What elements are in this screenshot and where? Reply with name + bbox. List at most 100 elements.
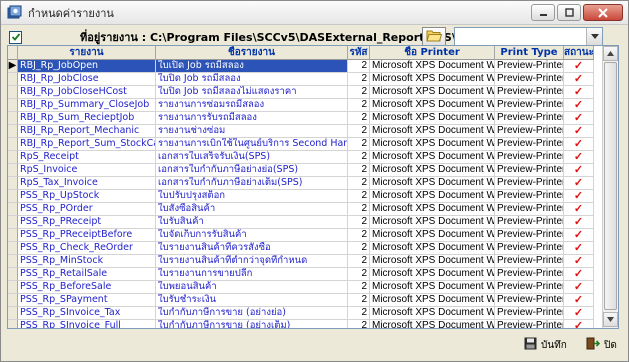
cell-printer[interactable]: Microsoft XPS Document Writer [370, 177, 495, 190]
status-check-icon[interactable]: ✓ [564, 281, 594, 294]
cell-print-type[interactable]: Preview-Printer [495, 229, 564, 242]
cell-report-code[interactable]: PSS_Rp_PReceiptBefore [18, 229, 156, 242]
cell-copies[interactable]: 2 [348, 60, 370, 73]
cell-printer[interactable]: Microsoft XPS Document Writer [370, 112, 495, 125]
cell-report-name[interactable]: เอกสารใบกำกับภาษีอย่างเต็ม(SPS) [156, 177, 348, 190]
cell-copies[interactable]: 2 [348, 86, 370, 99]
table-row[interactable]: RBJ_Rp_Sum_RecieptJob รายงานการรับรถมีสลอ… [8, 112, 604, 125]
cell-print-type[interactable]: Preview-Printer [495, 164, 564, 177]
table-row[interactable]: PSS_Rp_POrder ใบสั่งซื้อสินค้า 2 Microsoft … [8, 203, 604, 216]
status-check-icon[interactable]: ✓ [564, 73, 594, 86]
cell-report-name[interactable]: ใบปิด Job รถมีสลองไม่แสดงราคา [156, 86, 348, 99]
table-row[interactable]: ▶ RBJ_Rp_JobOpen ใบเปิด Job รถมีสลอง 2 Micro… [8, 60, 604, 73]
cell-printer[interactable]: Microsoft XPS Document Writer [370, 73, 495, 86]
cell-print-type[interactable]: Preview-Printer [495, 73, 564, 86]
cell-report-name[interactable]: ใบรายงานสินค้าที่ต่ำกว่าจุดที่กำหนด [156, 255, 348, 268]
report-group-select[interactable] [454, 27, 603, 46]
column-header-status[interactable]: สถานะ [564, 46, 594, 60]
cell-print-type[interactable]: Preview-Printer [495, 190, 564, 203]
status-check-icon[interactable]: ✓ [564, 112, 594, 125]
status-check-icon[interactable]: ✓ [564, 255, 594, 268]
cell-report-name[interactable]: รายงานช่างซ่อม [156, 125, 348, 138]
cell-printer[interactable]: Microsoft XPS Document Writer [370, 281, 495, 294]
cell-report-name[interactable]: ใบกำกับภาษีการขาย (อย่างเต็ม) [156, 320, 348, 328]
cell-copies[interactable]: 2 [348, 294, 370, 307]
cell-printer[interactable]: Microsoft XPS Document Writer [370, 125, 495, 138]
cell-report-code[interactable]: PSS_Rp_UpStock [18, 190, 156, 203]
cell-copies[interactable]: 2 [348, 125, 370, 138]
cell-report-name[interactable]: ใบรับชำระเงิน [156, 294, 348, 307]
cell-report-code[interactable]: RpS_Tax_Invoice [18, 177, 156, 190]
cell-print-type[interactable]: Preview-Printer [495, 125, 564, 138]
cell-print-type[interactable]: Preview-Printer [495, 60, 564, 73]
status-check-icon[interactable]: ✓ [564, 190, 594, 203]
cell-copies[interactable]: 2 [348, 73, 370, 86]
cell-copies[interactable]: 2 [348, 177, 370, 190]
status-check-icon[interactable]: ✓ [564, 268, 594, 281]
cell-report-name[interactable]: รายงานการซ่อมรถมีสลอง [156, 99, 348, 112]
cell-report-name[interactable]: รายงานการเบิกใช้ในศูนย์บริการ Second Han… [156, 138, 348, 151]
status-check-icon[interactable]: ✓ [564, 242, 594, 255]
table-row[interactable]: RBJ_Rp_Report_Sum_StockCard รายงานการเบิก… [8, 138, 604, 151]
table-row[interactable]: PSS_Rp_SInvoice_Full ใบกำกับภาษีการขาย (อ… [8, 320, 604, 328]
cell-report-code[interactable]: PSS_Rp_BeforeSale [18, 281, 156, 294]
cell-report-code[interactable]: RBJ_Rp_Report_Sum_StockCard [18, 138, 156, 151]
table-row[interactable]: RpS_Invoice เอกสารใบกำกับภาษีอย่างย่อ(SPS… [8, 164, 604, 177]
cell-report-code[interactable]: PSS_Rp_PReceipt [18, 216, 156, 229]
close-button[interactable]: ปิด [583, 335, 620, 355]
cell-report-code[interactable]: PSS_Rp_MinStock [18, 255, 156, 268]
cell-printer[interactable]: Microsoft XPS Document Writer [370, 151, 495, 164]
save-button[interactable]: บันทึก [521, 335, 570, 355]
cell-report-code[interactable]: RBJ_Rp_JobCloseHCost [18, 86, 156, 99]
cell-report-name[interactable]: ใบปรับปรุงสต็อก [156, 190, 348, 203]
table-row[interactable]: PSS_Rp_Check_ReOrder ใบรายงานสินค้าที่ควร… [8, 242, 604, 255]
cell-print-type[interactable]: Preview-Printer [495, 294, 564, 307]
report-settings-grid[interactable]: รายงาน ชื่อรายงาน รหัส ชื่อ Printer Prin… [7, 45, 619, 329]
status-check-icon[interactable]: ✓ [564, 138, 594, 151]
cell-report-code[interactable]: PSS_Rp_SInvoice_Tax [18, 307, 156, 320]
cell-print-type[interactable]: Preview-Printer [495, 242, 564, 255]
cell-printer[interactable]: Microsoft XPS Document Writer [370, 242, 495, 255]
cell-printer[interactable]: Microsoft XPS Document Writer [370, 307, 495, 320]
cell-copies[interactable]: 2 [348, 255, 370, 268]
status-check-icon[interactable]: ✓ [564, 60, 594, 73]
status-check-icon[interactable]: ✓ [564, 307, 594, 320]
cell-printer[interactable]: Microsoft XPS Document Writer [370, 190, 495, 203]
column-header-report-name[interactable]: ชื่อรายงาน [156, 46, 348, 60]
vertical-scrollbar[interactable] [602, 46, 618, 328]
cell-copies[interactable]: 2 [348, 320, 370, 328]
cell-printer[interactable]: Microsoft XPS Document Writer [370, 164, 495, 177]
cell-report-code[interactable]: RpS_Receipt [18, 151, 156, 164]
cell-report-name[interactable]: ใบสั่งซื้อสินค้า [156, 203, 348, 216]
cell-report-code[interactable]: RBJ_Rp_Summary_CloseJob [18, 99, 156, 112]
cell-report-code[interactable]: PSS_Rp_SPayment [18, 294, 156, 307]
cell-copies[interactable]: 2 [348, 99, 370, 112]
cell-copies[interactable]: 2 [348, 281, 370, 294]
table-row[interactable]: PSS_Rp_SInvoice_Tax ใบกำกับภาษีการขาย (อย… [8, 307, 604, 320]
cell-printer[interactable]: Microsoft XPS Document Writer [370, 60, 495, 73]
column-header-print-type[interactable]: Print Type [495, 46, 564, 60]
title-bar[interactable]: กำหนดค่ารายงาน [1, 1, 628, 25]
status-check-icon[interactable]: ✓ [564, 125, 594, 138]
cell-printer[interactable]: Microsoft XPS Document Writer [370, 203, 495, 216]
cell-copies[interactable]: 2 [348, 216, 370, 229]
scroll-thumb[interactable] [604, 62, 617, 310]
cell-report-name[interactable]: ใบจัดเก็บการรับสินค้า [156, 229, 348, 242]
column-header-copies[interactable]: รหัส [348, 46, 370, 60]
cell-report-name[interactable]: ใบกำกับภาษีการขาย (อย่างย่อ) [156, 307, 348, 320]
scroll-down-button[interactable] [603, 312, 618, 327]
cell-printer[interactable]: Microsoft XPS Document Writer [370, 268, 495, 281]
table-row[interactable]: PSS_Rp_BeforeSale ใบพยอนสินค้า 2 Microsoft … [8, 281, 604, 294]
status-check-icon[interactable]: ✓ [564, 203, 594, 216]
cell-print-type[interactable]: Preview-Printer [495, 138, 564, 151]
status-check-icon[interactable]: ✓ [564, 229, 594, 242]
chevron-down-icon[interactable] [586, 28, 602, 45]
table-row[interactable]: PSS_Rp_MinStock ใบรายงานสินค้าที่ต่ำกว่าจ… [8, 255, 604, 268]
cell-report-code[interactable]: PSS_Rp_POrder [18, 203, 156, 216]
cell-report-name[interactable]: รายงานการรับรถมีสลอง [156, 112, 348, 125]
cell-copies[interactable]: 2 [348, 307, 370, 320]
cell-printer[interactable]: Microsoft XPS Document Writer [370, 99, 495, 112]
status-check-icon[interactable]: ✓ [564, 99, 594, 112]
scroll-up-button[interactable] [603, 46, 618, 61]
cell-copies[interactable]: 2 [348, 229, 370, 242]
